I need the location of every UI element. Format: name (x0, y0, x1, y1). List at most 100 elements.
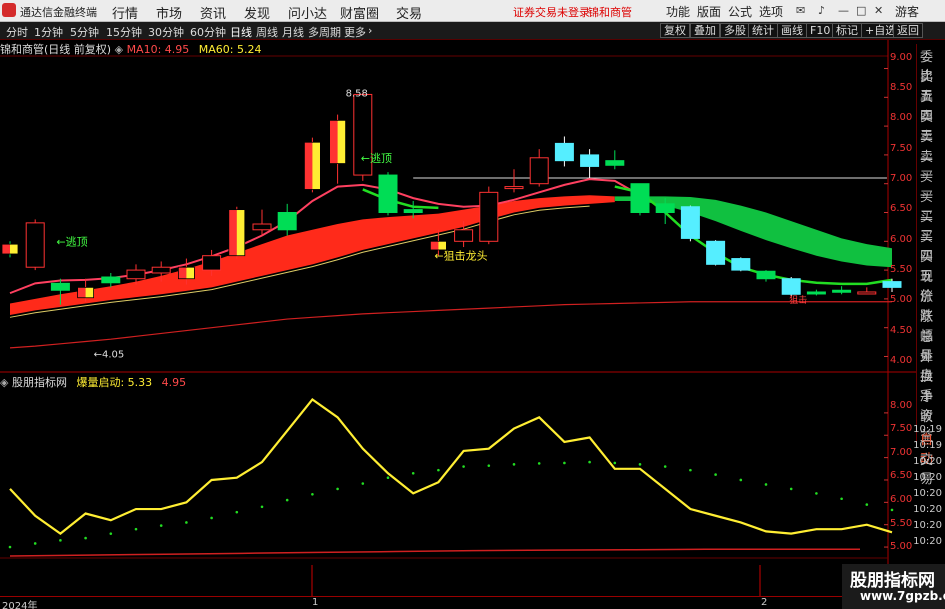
candle-body (580, 154, 600, 167)
date-axis: 2024年 1 2 (0, 596, 916, 609)
date-label-month2: 2 (761, 597, 768, 608)
price-tick: 4.50 (890, 325, 913, 336)
indicator-dot (437, 468, 440, 472)
watermark: 股朋指标网 www.7gpzb.com (842, 564, 945, 609)
signal-candle-red (2, 244, 10, 254)
indicator-dot (185, 521, 188, 524)
indicator-dot (764, 483, 768, 486)
indicator-dot (613, 461, 617, 465)
candle-body (151, 266, 171, 274)
candle-body (50, 282, 70, 291)
indicator-dot (789, 487, 793, 491)
indicator-dot (411, 471, 415, 475)
candle-body (454, 229, 474, 242)
indicator-dot (588, 460, 591, 464)
candle-body (126, 269, 146, 280)
time-label: 10:19 (913, 440, 942, 451)
indicator-tick: 8.00 (890, 400, 913, 411)
candle-body (630, 183, 650, 214)
indicator-dot (260, 505, 264, 509)
indicator-dot (336, 487, 339, 491)
price-tick: 7.50 (890, 143, 913, 154)
signal-candle-yellow (438, 241, 447, 250)
candle-body (806, 291, 826, 295)
indicator-dot (638, 463, 642, 466)
escape-top-label-2: ←逃顶 (361, 152, 392, 165)
candle-body (605, 160, 625, 166)
indicator-dot (311, 492, 314, 496)
indicator-dot (487, 464, 491, 467)
quote-side-panel: 委比 卖五 卖四 卖三 卖二 卖一 买一 买二 买三 买四 买五 现价 涨跌 涨… (916, 44, 945, 487)
indicator-tick: 5.00 (890, 541, 913, 552)
candle-body (252, 223, 272, 231)
signal-candle-yellow (337, 120, 346, 164)
price-tick: 4.00 (890, 355, 913, 366)
indicator-dot (815, 492, 818, 495)
indicator-dot (865, 503, 869, 506)
signal-candle-yellow (312, 142, 321, 190)
signal-candle-red (178, 267, 187, 279)
signal-candle-yellow (236, 209, 245, 256)
indicator-dot (689, 468, 692, 472)
indicator-dot (512, 463, 516, 466)
snipe-leader-label: ←狙击龙头 (434, 250, 487, 263)
indicator-dot (361, 482, 365, 485)
indicator-dot (285, 498, 289, 502)
candle-body (655, 203, 675, 214)
candle-body (504, 186, 524, 190)
price-tick: 8.00 (890, 112, 913, 123)
date-label-month1: 1 (312, 597, 319, 608)
indicator-dot (59, 539, 62, 542)
high-price-label: 8.58 (346, 89, 368, 100)
signal-candle-yellow (10, 244, 18, 254)
indicator-tick: 7.00 (890, 447, 913, 458)
indicator-tick: 5.50 (890, 518, 913, 529)
indicator-dot (462, 465, 465, 468)
indicator-dot (739, 478, 743, 482)
kline-chart[interactable]: 8.58 ←4.05 ←逃顶 ←逃顶 ←狙击龙头狙击 (0, 0, 945, 609)
indicator-dot (8, 545, 12, 549)
long-ma-line (9, 301, 892, 349)
indicator-red-line (9, 548, 860, 557)
time-label: 10:20 (913, 456, 942, 467)
watermark-title: 股朋指标网 (850, 571, 935, 591)
indicator-yellow-line (9, 397, 893, 536)
price-tick: 8.50 (890, 82, 913, 93)
candle-body (277, 212, 297, 231)
candle-body (680, 206, 700, 239)
indicator-dot (537, 462, 541, 465)
candle-body (781, 278, 801, 295)
time-label: 10:20 (913, 536, 942, 547)
signal-candle-red (304, 142, 313, 190)
signal-candle-red (430, 241, 439, 250)
candle-body (403, 209, 423, 214)
candle-body (529, 157, 549, 185)
green-ma-segment-1 (362, 188, 439, 210)
candle-body (554, 142, 574, 162)
candle-body (857, 291, 877, 295)
indicator-dot (386, 476, 390, 480)
time-label: 10:20 (913, 520, 942, 531)
indicator-dot (33, 542, 37, 545)
price-tick: 6.50 (890, 203, 913, 214)
price-tick: 5.50 (890, 264, 913, 275)
candle-body (756, 270, 776, 280)
indicator-dot (235, 510, 239, 514)
indicator-tick: 6.00 (890, 494, 913, 505)
indicator-dot (714, 473, 717, 476)
escape-top-label-1: ←逃顶 (56, 235, 87, 248)
price-tick: 9.00 (890, 52, 913, 63)
indicator-dot (210, 516, 213, 520)
watermark-url: www.7gpzb.com (860, 589, 945, 603)
candle-body (378, 174, 398, 214)
candle-body (832, 289, 852, 293)
price-tick: 6.00 (890, 234, 913, 245)
time-label: 10:20 (913, 488, 942, 499)
candle-body (479, 191, 499, 242)
price-tick: 7.00 (890, 173, 913, 184)
low-price-label: ←4.05 (94, 350, 125, 361)
signal-candle-yellow (186, 267, 195, 279)
indicator-dot (840, 497, 843, 501)
candle-body (731, 258, 751, 271)
indicator-dot (159, 524, 163, 527)
